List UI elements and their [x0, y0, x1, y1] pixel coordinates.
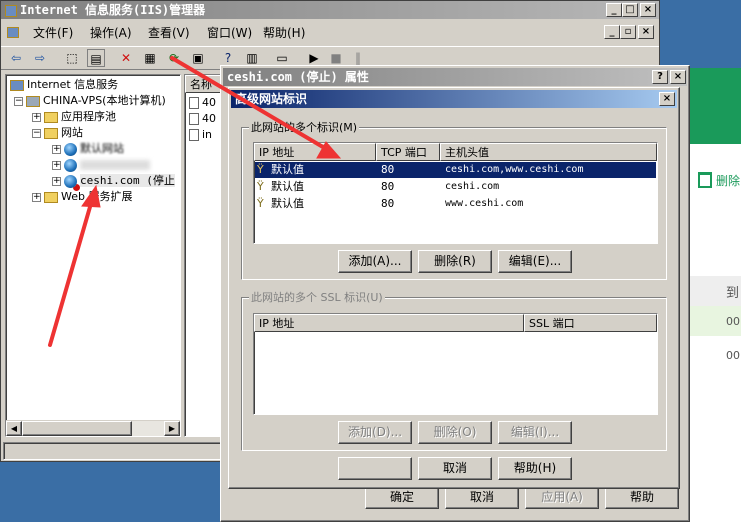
- arrow-to-list: [170, 56, 330, 152]
- arrow-head-icon: [81, 184, 101, 208]
- annotation-arrows: [48, 56, 342, 347]
- arrow-to-ceshi: [48, 198, 94, 347]
